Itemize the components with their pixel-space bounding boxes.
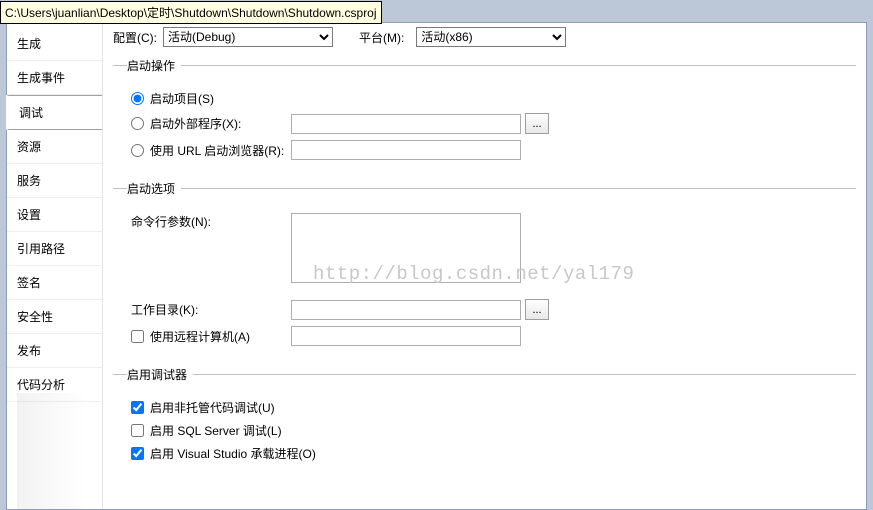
- enable-debuggers-group: 启用调试器 启用非托管代码调试(U) 启用 SQL Server 调试(L) 启…: [113, 366, 856, 468]
- sidebar-item-build[interactable]: 生成: [7, 27, 102, 61]
- sql-check-wrap[interactable]: 启用 SQL Server 调试(L): [131, 422, 282, 439]
- start-project-radio[interactable]: [131, 92, 144, 105]
- sidebar-item-resources[interactable]: 资源: [7, 130, 102, 164]
- unmanaged-checkbox[interactable]: [131, 401, 144, 414]
- unmanaged-label: 启用非托管代码调试(U): [150, 399, 275, 416]
- vshost-checkbox[interactable]: [131, 447, 144, 460]
- work-dir-input[interactable]: [291, 300, 521, 320]
- start-external-label: 启动外部程序(X):: [150, 115, 241, 132]
- cmd-args-textarea[interactable]: [291, 213, 521, 283]
- sidebar-item-build-events[interactable]: 生成事件: [7, 61, 102, 95]
- remote-checkbox[interactable]: [131, 330, 144, 343]
- start-url-input[interactable]: [291, 140, 521, 160]
- category-sidebar: 生成 生成事件 调试 资源 服务 设置 引用路径 签名 安全性 发布 代码分析: [7, 23, 103, 509]
- start-url-label: 使用 URL 启动浏览器(R):: [150, 142, 284, 159]
- remote-machine-input[interactable]: [291, 326, 521, 346]
- sql-checkbox[interactable]: [131, 424, 144, 437]
- remote-check-wrap[interactable]: 使用远程计算机(A): [131, 328, 291, 345]
- debug-page: 配置(C): 活动(Debug) 平台(M): 活动(x86) 启动操作 启动项…: [103, 23, 866, 509]
- start-options-group: 启动选项 命令行参数(N): 工作目录(K): ... 使用远程计算机(A): [113, 180, 856, 352]
- work-dir-browse-button[interactable]: ...: [525, 299, 549, 320]
- start-url-radio[interactable]: [131, 144, 144, 157]
- sidebar-item-services[interactable]: 服务: [7, 164, 102, 198]
- start-project-radio-wrap[interactable]: 启动项目(S): [131, 90, 214, 107]
- sidebar-item-debug[interactable]: 调试: [6, 95, 102, 130]
- sidebar-item-reference-paths[interactable]: 引用路径: [7, 232, 102, 266]
- enable-debuggers-legend: 启用调试器: [127, 366, 193, 383]
- start-action-legend: 启动操作: [127, 57, 181, 74]
- config-platform-row: 配置(C): 活动(Debug) 平台(M): 活动(x86): [113, 27, 856, 47]
- sidebar-item-security[interactable]: 安全性: [7, 300, 102, 334]
- configuration-label: 配置(C):: [113, 29, 157, 46]
- start-external-input[interactable]: [291, 114, 521, 134]
- vshost-label: 启用 Visual Studio 承载进程(O): [150, 445, 316, 462]
- cmd-args-label: 命令行参数(N):: [131, 213, 291, 230]
- project-properties-panel: 生成 生成事件 调试 资源 服务 设置 引用路径 签名 安全性 发布 代码分析 …: [6, 22, 867, 510]
- sidebar-item-code-analysis[interactable]: 代码分析: [7, 368, 102, 402]
- sidebar-item-signing[interactable]: 签名: [7, 266, 102, 300]
- sql-label: 启用 SQL Server 调试(L): [150, 422, 282, 439]
- start-external-radio-wrap[interactable]: 启动外部程序(X):: [131, 115, 291, 132]
- start-project-label: 启动项目(S): [150, 90, 214, 107]
- configuration-select[interactable]: 活动(Debug): [163, 27, 333, 47]
- remote-label: 使用远程计算机(A): [150, 328, 250, 345]
- sidebar-item-publish[interactable]: 发布: [7, 334, 102, 368]
- start-options-legend: 启动选项: [127, 180, 181, 197]
- start-external-browse-button[interactable]: ...: [525, 113, 549, 134]
- path-tooltip: C:\Users\juanlian\Desktop\定时\Shutdown\Sh…: [0, 1, 382, 24]
- platform-label: 平台(M):: [359, 29, 404, 46]
- start-external-radio[interactable]: [131, 117, 144, 130]
- start-url-radio-wrap[interactable]: 使用 URL 启动浏览器(R):: [131, 142, 291, 159]
- start-action-group: 启动操作 启动项目(S) 启动外部程序(X): ... 使用 URL 启动浏览器: [113, 57, 856, 166]
- unmanaged-check-wrap[interactable]: 启用非托管代码调试(U): [131, 399, 275, 416]
- vshost-check-wrap[interactable]: 启用 Visual Studio 承载进程(O): [131, 445, 316, 462]
- sidebar-item-settings[interactable]: 设置: [7, 198, 102, 232]
- work-dir-label: 工作目录(K):: [131, 301, 291, 318]
- platform-select[interactable]: 活动(x86): [416, 27, 566, 47]
